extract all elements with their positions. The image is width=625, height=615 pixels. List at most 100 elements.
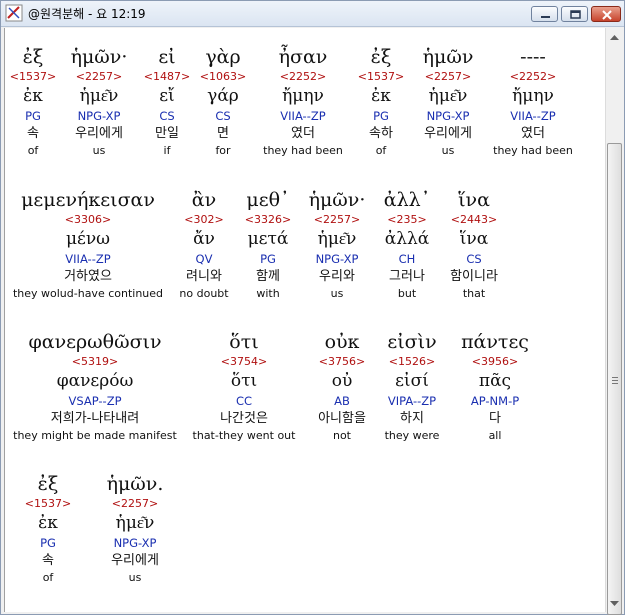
- scroll-down-arrow-icon[interactable]: [606, 595, 623, 612]
- word-cell[interactable]: ἦσαν <2252> ἤμην VIIA--ZP 였더 they had be…: [258, 46, 348, 159]
- word-cell[interactable]: ἐξ <1537> ἐκ PG 속 of: [20, 473, 76, 586]
- word-cell[interactable]: γὰρ <1063> γάρ CS 면 for: [198, 46, 248, 159]
- strong-number: <3956>: [471, 355, 519, 368]
- strong-number: <3756>: [318, 355, 366, 368]
- parse-code: PG: [25, 109, 41, 123]
- lemma: ἤμην: [512, 86, 554, 106]
- strong-number: <2257>: [424, 70, 472, 83]
- strong-number: <1537>: [24, 497, 72, 510]
- parse-code: CH: [398, 252, 416, 266]
- korean-gloss: 속: [42, 553, 54, 568]
- greek-word: ἐξ: [37, 473, 59, 495]
- strong-number: <2257>: [111, 497, 159, 510]
- lemma: μετά: [247, 229, 289, 249]
- lemma: ἡμε͂ν: [79, 86, 119, 106]
- greek-word: ἡμῶν: [422, 46, 474, 68]
- strong-number: <2252>: [279, 70, 327, 83]
- greek-word: ----: [520, 46, 546, 68]
- korean-gloss: 려니와: [186, 269, 222, 284]
- word-cell[interactable]: οὐκ <3756> οὐ AB 아니함을 not: [307, 331, 377, 444]
- content-area[interactable]: ἐξ <1537> ἐκ PG 속 of ἡμῶν· <2257> ἡμε͂ν …: [4, 28, 605, 612]
- korean-gloss: 우리에게: [75, 126, 123, 141]
- parse-code: CS: [215, 109, 231, 123]
- strong-number: <3754>: [220, 355, 268, 368]
- english-gloss: they wolud-have continued: [12, 287, 164, 300]
- parse-code: NPG-XP: [315, 252, 359, 266]
- english-gloss: us: [128, 571, 142, 584]
- strong-number: <1063>: [199, 70, 247, 83]
- word-cell[interactable]: ---- <2252> ἤμην VIIA--ZP 였더 they had be…: [488, 46, 578, 159]
- word-cell[interactable]: εἰ <1487> εἴ CS 만일 if: [142, 46, 192, 159]
- korean-gloss: 함께: [256, 269, 280, 284]
- strong-number: <302>: [184, 213, 224, 226]
- strong-number: <2252>: [509, 70, 557, 83]
- english-gloss: with: [256, 287, 280, 300]
- word-cell[interactable]: πάντες <3956> πᾶς AP-NM-P 다 all: [452, 331, 538, 444]
- lemma: οὐ: [331, 371, 353, 391]
- greek-word: ἡμῶν·: [308, 189, 366, 211]
- english-gloss: they had been: [263, 144, 343, 157]
- maximize-button[interactable]: [561, 6, 588, 22]
- title-bar[interactable]: @원격분해 - 요 12:19: [1, 1, 624, 27]
- parse-code: VIPA--ZP: [387, 394, 437, 408]
- greek-word: γὰρ: [205, 46, 241, 68]
- word-cell[interactable]: ἵνα <2443> ἵνα CS 함이니라 that: [440, 189, 508, 302]
- lemma: ἡμε͂ν: [317, 229, 357, 249]
- word-cell[interactable]: ἡμῶν· <2257> ἡμε͂ν NPG-XP 우리와 us: [298, 189, 376, 302]
- word-cell[interactable]: μεμενήκεισαν <3306> μένω VIIA--ZP 거하였으 t…: [8, 189, 168, 302]
- close-button[interactable]: [591, 6, 621, 22]
- strong-number: <1526>: [388, 355, 436, 368]
- lemma: ἵνα: [459, 229, 489, 249]
- strong-number: <235>: [387, 213, 427, 226]
- parse-code: VIIA--ZP: [65, 252, 111, 266]
- word-cell[interactable]: ἂν <302> ἄν QV 려니와 no doubt: [175, 189, 233, 302]
- parse-code: PG: [40, 536, 56, 550]
- korean-gloss: 거하였으: [64, 269, 112, 284]
- greek-word: ὅτι: [229, 331, 259, 353]
- scrollbar-thumb[interactable]: [607, 143, 622, 615]
- lemma: πᾶς: [478, 371, 512, 391]
- greek-word: ἡμῶν·: [70, 46, 128, 68]
- korean-gloss: 만일: [155, 126, 179, 141]
- greek-word: ἡμῶν.: [106, 473, 164, 495]
- word-cell[interactable]: ἡμῶν· <2257> ἡμε͂ν NPG-XP 우리에게 us: [61, 46, 137, 159]
- english-gloss: but: [397, 287, 417, 300]
- greek-word: φανερωθῶσιν: [28, 331, 162, 353]
- word-cell[interactable]: εἰσὶν <1526> εἰσί VIPA--ZP 하지 they were: [377, 331, 447, 444]
- parse-code: VIIA--ZP: [280, 109, 326, 123]
- word-cell[interactable]: ἡμῶν <2257> ἡμε͂ν NPG-XP 우리에게 us: [410, 46, 486, 159]
- thumb-grip: [612, 377, 618, 378]
- greek-word: μεθ᾽: [246, 189, 290, 211]
- scroll-up-arrow-icon[interactable]: [606, 28, 623, 45]
- minimize-button[interactable]: [531, 6, 558, 22]
- lemma: ἀλλά: [384, 229, 430, 249]
- parse-code: AP-NM-P: [470, 394, 520, 408]
- vertical-scrollbar[interactable]: [605, 28, 623, 615]
- lemma: ὅτι: [230, 371, 258, 391]
- word-cell[interactable]: ἡμῶν. <2257> ἡμε͂ν NPG-XP 우리에게 us: [97, 473, 173, 586]
- greek-word: εἰσὶν: [387, 331, 437, 353]
- word-cell[interactable]: ἐξ <1537> ἐκ PG 속하 of: [353, 46, 409, 159]
- strong-number: <3326>: [244, 213, 292, 226]
- english-gloss: of: [42, 571, 54, 584]
- word-cell[interactable]: ὅτι <3754> ὅτι CC 나간것은 that-they went ou…: [189, 331, 299, 444]
- word-cell[interactable]: ἀλλ᾽ <235> ἀλλά CH 그러나 but: [376, 189, 438, 302]
- parse-code: NPG-XP: [426, 109, 470, 123]
- app-logo-icon[interactable]: [5, 4, 23, 22]
- strong-number: <5319>: [71, 355, 119, 368]
- thumb-grip: [612, 383, 618, 384]
- window-title: @원격분해 - 요 12:19: [28, 7, 146, 21]
- english-gloss: not: [332, 429, 351, 442]
- word-cell[interactable]: μεθ᾽ <3326> μετά PG 함께 with: [238, 189, 298, 302]
- english-gloss: they might be made manifest: [13, 429, 177, 442]
- word-cell[interactable]: φανερωθῶσιν <5319> φανερόω VSAP--ZP 저희가-…: [7, 331, 183, 444]
- korean-gloss: 였더: [521, 126, 545, 141]
- strong-number: <1537>: [357, 70, 405, 83]
- korean-gloss: 아니함을: [318, 411, 366, 426]
- word-cell[interactable]: ἐξ <1537> ἐκ PG 속 of: [3, 46, 63, 159]
- lemma: ἐκ: [371, 86, 391, 106]
- english-gloss: all: [488, 429, 502, 442]
- english-gloss: they had been: [493, 144, 573, 157]
- strong-number: <1537>: [9, 70, 57, 83]
- greek-word: πάντες: [461, 331, 529, 353]
